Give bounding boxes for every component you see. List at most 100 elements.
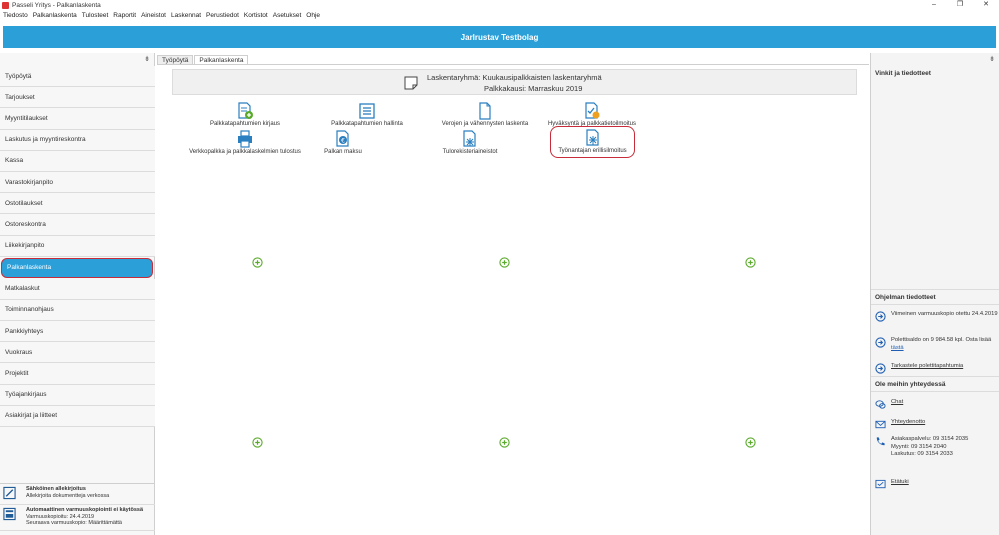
esign-subtitle: Allekirjoita dokumentteja verkossa [26, 492, 110, 499]
sidebar-item-matkalaskut[interactable]: Matkalaskut [0, 278, 155, 300]
main-content: Laskentaryhmä: Kuukausipalkkaisten laske… [157, 64, 869, 535]
svg-text:€: € [341, 138, 345, 145]
document-icon [479, 102, 491, 120]
sidebar-item-kassa[interactable]: Kassa [0, 150, 155, 172]
menu-raportit[interactable]: Raportit [113, 12, 136, 19]
remote-support-link[interactable]: Etätuki [875, 479, 999, 490]
view-token-events[interactable]: Tarkastele polettitapahtumia [875, 363, 999, 374]
backup-notice[interactable]: Viimeinen varmuuskopio otettu 24.4.2019 [875, 311, 999, 322]
sidebar-item-varastokirjanpito[interactable]: Varastokirjanpito [0, 171, 155, 194]
pin-icon[interactable]: ⇟ [144, 55, 150, 63]
menu-asetukset[interactable]: Asetukset [273, 12, 302, 19]
left-sidebar: ⇟ Työpöytä Tarjoukset Myyntitilaukset La… [0, 53, 155, 535]
sidebar-item-tyopoyta[interactable]: Työpöytä [0, 66, 155, 88]
sidebar-item-vuokraus[interactable]: Vuokraus [0, 342, 155, 364]
contact-form-link[interactable]: Yhteydenotto [875, 419, 999, 430]
backup-line2: Seuraava varmuuskopio: Määrittämättä [26, 520, 122, 526]
sidebar-item-ostoreskontra[interactable]: Ostoreskontra [0, 214, 155, 236]
sidebar-item-myyntitilaukset[interactable]: Myyntitilaukset [0, 108, 155, 130]
menu-ohje[interactable]: Ohje [306, 12, 320, 19]
menu-laskennat[interactable]: Laskennat [171, 12, 201, 19]
menu-bar: Tiedosto Palkanlaskenta Tulosteet Raport… [0, 10, 999, 21]
divider [871, 304, 999, 305]
add-shortcut-icon[interactable] [745, 257, 756, 268]
arrow-right-circle-icon [875, 311, 886, 322]
sidebar-item-laskutus[interactable]: Laskutus ja myyntireskontra [0, 129, 155, 151]
close-icon[interactable]: ✕ [973, 0, 999, 10]
period-line: Palkkakausi: Marraskuu 2019 [484, 84, 583, 93]
backup-item[interactable]: Automaattinen varmuuskopiointi ei käytös… [0, 505, 155, 531]
window-titlebar: Passeli Yritys - Palkanlaskenta – ❐ ✕ [0, 0, 999, 10]
printer-icon [238, 130, 252, 148]
tile-salary-payment[interactable]: € Palkan maksu [273, 130, 413, 155]
chat-link[interactable]: Chat [875, 399, 999, 410]
maximize-icon[interactable]: ❐ [947, 0, 973, 10]
backup-title: Automaattinen varmuuskopiointi ei käytös… [26, 507, 144, 513]
divider [871, 289, 999, 290]
add-shortcut-icon[interactable] [499, 437, 510, 448]
group-line: Laskentaryhmä: Kuukausipalkkaisten laske… [427, 73, 602, 82]
sidebar-item-asiakirjat[interactable]: Asiakirjat ja liitteet [0, 405, 155, 427]
employer-report-icon [585, 129, 599, 146]
add-shortcut-icon[interactable] [252, 257, 263, 268]
esign-item[interactable]: Sähköinen allekirjoitus Allekirjoita dok… [0, 484, 155, 505]
payment-icon: € [336, 130, 349, 147]
phone-icon [876, 437, 885, 446]
menu-tiedosto[interactable]: Tiedosto [3, 12, 28, 19]
sidebar-item-palkanlaskenta[interactable]: Palkanlaskenta [1, 257, 153, 278]
add-shortcut-icon[interactable] [252, 437, 263, 448]
billing-phone: Laskutus: 09 3154 2033 [891, 451, 953, 457]
sales-phone: Myynti: 09 3154 2040 [891, 443, 947, 450]
sidebar-item-tyoajankirjaus[interactable]: Työajankirjaus [0, 384, 155, 406]
chat-icon [875, 400, 886, 409]
sidebar-item-projektit[interactable]: Projektit [0, 363, 155, 385]
right-panel: ⇟ Vinkit ja tiedotteet Ohjelman tiedotte… [870, 53, 999, 535]
service-phone: Asiakaspalvelu: 09 3154 2035 [891, 436, 969, 442]
arrow-right-circle-icon [875, 337, 886, 348]
sidebar-item-pankkiyhteys[interactable]: Pankkiyhteys [0, 321, 155, 343]
phone-contacts: Asiakaspalvelu: 09 3154 2035 Myynti: 09 … [875, 436, 999, 459]
envelope-icon [875, 420, 886, 429]
pin-icon[interactable]: ⇟ [989, 55, 995, 63]
income-register-icon [463, 130, 476, 147]
sidebar-item-tarjoukset[interactable]: Tarjoukset [0, 87, 155, 109]
window-controls: – ❐ ✕ [921, 0, 999, 10]
sidebar-item-toiminnanohjaus[interactable]: Toiminnanohjaus [0, 299, 155, 322]
backup-icon [3, 507, 16, 521]
menu-perustiedot[interactable]: Perustiedot [206, 12, 239, 19]
menu-tulosteet[interactable]: Tulosteet [82, 12, 109, 19]
sidebar-bottom-panel: Sähköinen allekirjoitus Allekirjoita dok… [0, 483, 155, 531]
divider [871, 391, 999, 392]
list-icon [359, 103, 375, 119]
signature-icon [3, 486, 16, 500]
approve-document-icon [585, 102, 600, 119]
menu-kortistot[interactable]: Kortistot [244, 12, 268, 19]
add-document-icon [238, 102, 253, 119]
sidebar-item-ostotilaukset[interactable]: Ostotilaukset [0, 193, 155, 215]
menu-palkanlaskenta[interactable]: Palkanlaskenta [33, 12, 77, 19]
company-banner: Jarlrustav Testbolag [3, 26, 996, 48]
module-nav: Työpöytä Tarjoukset Myyntitilaukset Lask… [0, 66, 155, 427]
menu-aineistot[interactable]: Aineistot [141, 12, 166, 19]
backup-line1: Varmuuskopioitu: 24.4.2019 [26, 513, 95, 520]
note-icon [404, 76, 418, 90]
sidebar-item-liikekirjanpito[interactable]: Liikekirjanpito [0, 235, 155, 257]
contact-title: Ole meihin yhteydessä [875, 381, 946, 388]
tile-approval[interactable]: Hyväksyntä ja palkkatietoilmoitus [522, 102, 662, 127]
tile-employer-separate-report[interactable]: Työnantajan erillisilmoitus [550, 126, 635, 158]
add-shortcut-icon[interactable] [499, 257, 510, 268]
minimize-icon[interactable]: – [921, 0, 947, 10]
arrow-right-circle-icon [875, 363, 886, 374]
add-shortcut-icon[interactable] [745, 437, 756, 448]
tips-title: Vinkit ja tiedotteet [875, 70, 931, 77]
company-name: Jarlrustav Testbolag [460, 32, 539, 42]
buy-tokens-link[interactable]: tästä [891, 345, 904, 351]
esign-title: Sähköinen allekirjoitus [26, 486, 86, 492]
tile-payroll-entry[interactable]: Palkkatapahtumien kirjaus [175, 102, 315, 127]
window-title: Passeli Yritys - Palkanlaskenta [12, 1, 101, 9]
tile-income-register[interactable]: Tulorekisteriaineistot [400, 130, 540, 155]
divider [871, 376, 999, 377]
token-balance-notice[interactable]: Polettisaldo on 9 984.58 kpl. Osta lisää… [875, 337, 999, 352]
app-icon [2, 1, 9, 9]
calculation-group-header[interactable]: Laskentaryhmä: Kuukausipalkkaisten laske… [172, 69, 857, 95]
